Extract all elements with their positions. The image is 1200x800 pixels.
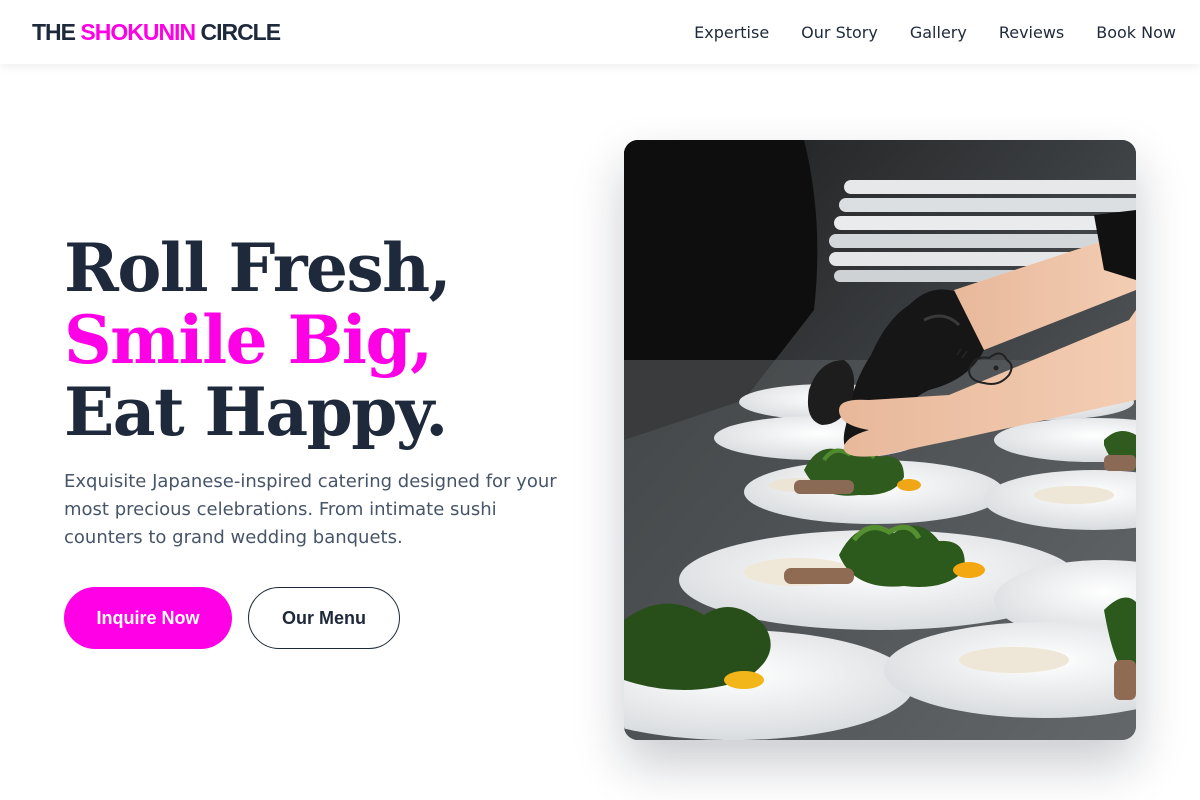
hero-subtext: Exquisite Japanese-inspired catering des… (64, 471, 557, 548)
nav-gallery[interactable]: Gallery (910, 23, 967, 42)
chef-plating-photo-illustration (624, 140, 1136, 740)
inquire-now-button[interactable]: Inquire Now (64, 587, 232, 649)
logo-prefix: THE (32, 18, 76, 45)
logo-accent: SHOKUNIN (80, 18, 196, 45)
hero-buttons: Inquire Now Our Menu (64, 587, 400, 649)
nav-book-now[interactable]: Book Now (1096, 23, 1176, 42)
our-menu-button[interactable]: Our Menu (248, 587, 400, 649)
site-header: THE SHOKUNIN CIRCLE Expertise Our Story … (0, 0, 1200, 64)
hero-image (624, 140, 1136, 740)
nav-our-story[interactable]: Our Story (801, 23, 878, 42)
headline-line-3: Eat Happy. (64, 373, 448, 451)
logo-suffix: CIRCLE (200, 18, 281, 45)
brand-logo[interactable]: THE SHOKUNIN CIRCLE (32, 18, 281, 46)
nav-reviews[interactable]: Reviews (999, 23, 1064, 42)
headline-line-1: Roll Fresh, (64, 229, 452, 307)
headline-line-2: Smile Big, (64, 301, 433, 379)
hero-text: Roll Fresh, Smile Big, Eat Happy. Exquis… (64, 232, 584, 552)
hero-headline: Roll Fresh, Smile Big, Eat Happy. (64, 232, 584, 448)
main-nav: Expertise Our Story Gallery Reviews Book… (694, 23, 1176, 42)
nav-expertise[interactable]: Expertise (694, 23, 769, 42)
